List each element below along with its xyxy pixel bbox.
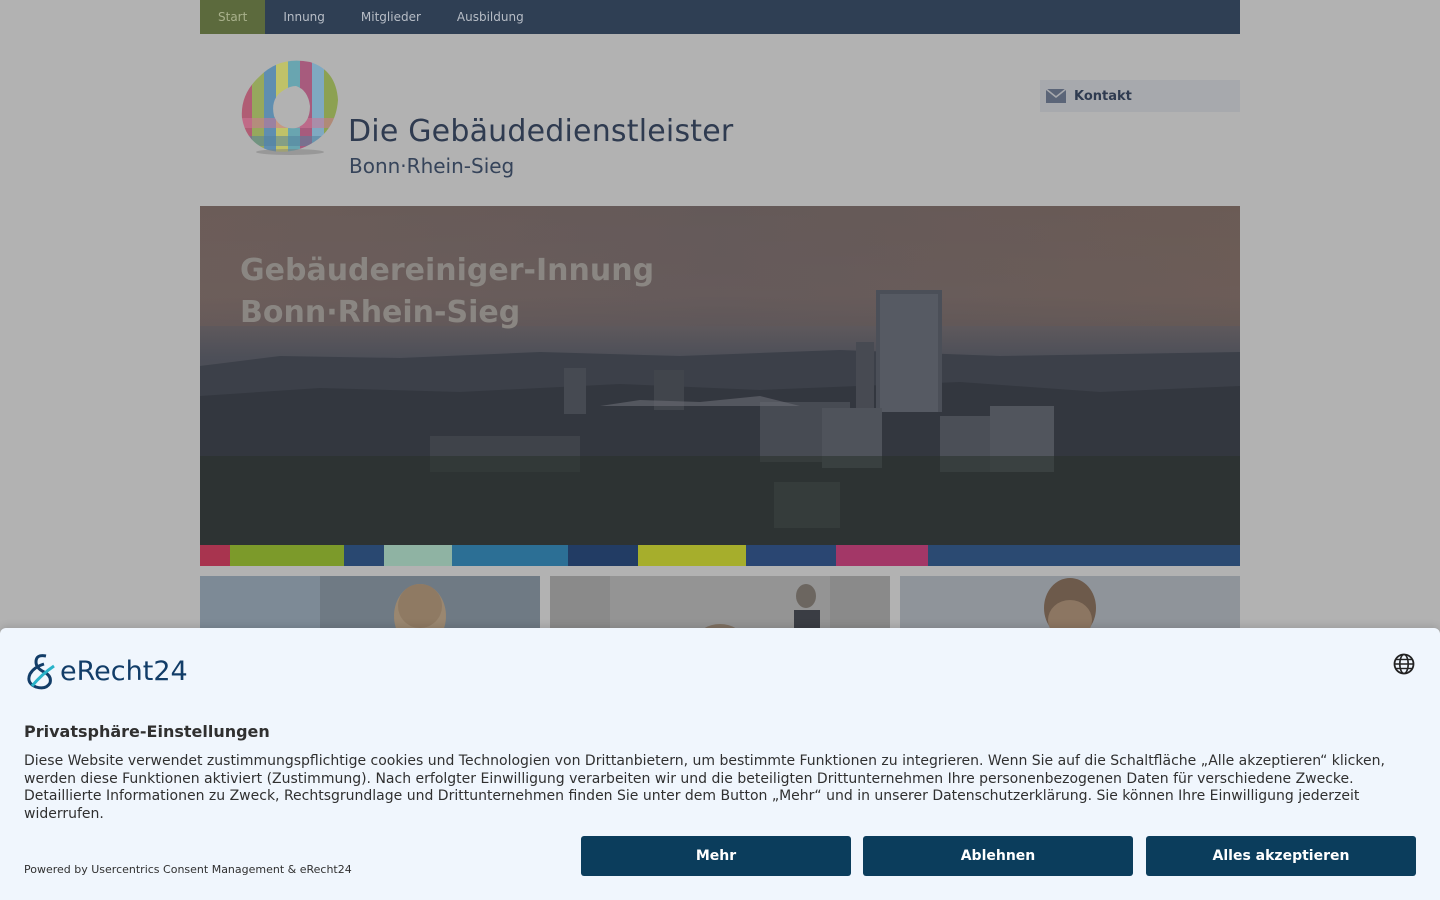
stripe-segment (452, 545, 568, 566)
contact-label: Kontakt (1074, 88, 1132, 104)
nav-item-mitglieder[interactable]: Mitglieder (343, 0, 439, 34)
stripe-segment (836, 545, 928, 566)
contact-link[interactable]: Kontakt (1040, 80, 1240, 112)
brand-title: Die Gebäudedienstleister (348, 114, 734, 149)
stripe-segment (230, 545, 344, 566)
teaser-image-1[interactable] (200, 576, 540, 636)
stripe-segment (344, 545, 384, 566)
powered-by-text[interactable]: Powered by Usercentrics Consent Manageme… (24, 863, 352, 876)
nav-item-start[interactable]: Start (200, 0, 266, 34)
nav-item-innung[interactable]: Innung (265, 0, 343, 34)
consent-description: Diese Website verwendet zustimmungspflic… (24, 753, 1385, 822)
stripe-segment (568, 545, 638, 566)
top-navigation: Start Innung Mitglieder Ausbildung (200, 0, 1240, 34)
consent-title: Privatsphäre-Einstellungen (24, 722, 270, 741)
erecht24-logo: eRecht24 (24, 652, 188, 690)
teaser-image-2[interactable] (550, 576, 890, 636)
mail-icon (1046, 89, 1066, 103)
stripe-segment (928, 545, 1240, 566)
hero-title-line-1: Gebäudereiniger-Innung (240, 253, 655, 288)
stripe-segment (638, 545, 746, 566)
nav-item-ausbildung[interactable]: Ausbildung (439, 0, 542, 34)
erecht24-symbol-icon (27, 654, 55, 690)
hero-banner: Gebäudereiniger-Innung Bonn·Rhein-Sieg (200, 206, 1240, 566)
teaser-row (200, 576, 1240, 636)
brand-subtitle: Bonn·Rhein-Sieg (349, 154, 515, 178)
globe-icon[interactable] (1393, 653, 1415, 675)
accept-all-button[interactable]: Alles akzeptieren (1146, 836, 1416, 876)
cookie-consent-dialog: eRecht24 Privatsphäre-Einstellungen Dies… (0, 628, 1440, 900)
color-stripe (200, 545, 1240, 566)
teaser-image-3[interactable] (900, 576, 1240, 636)
brand-logo[interactable] (240, 58, 342, 156)
stripe-segment (200, 545, 230, 566)
hero-title: Gebäudereiniger-Innung Bonn·Rhein-Sieg (240, 250, 654, 334)
stripe-segment (746, 545, 836, 566)
stripe-segment (384, 545, 452, 566)
hero-title-line-2: Bonn·Rhein-Sieg (240, 295, 521, 330)
erecht24-wordmark: eRecht24 (60, 655, 188, 687)
more-button[interactable]: Mehr (581, 836, 851, 876)
deny-button[interactable]: Ablehnen (863, 836, 1133, 876)
